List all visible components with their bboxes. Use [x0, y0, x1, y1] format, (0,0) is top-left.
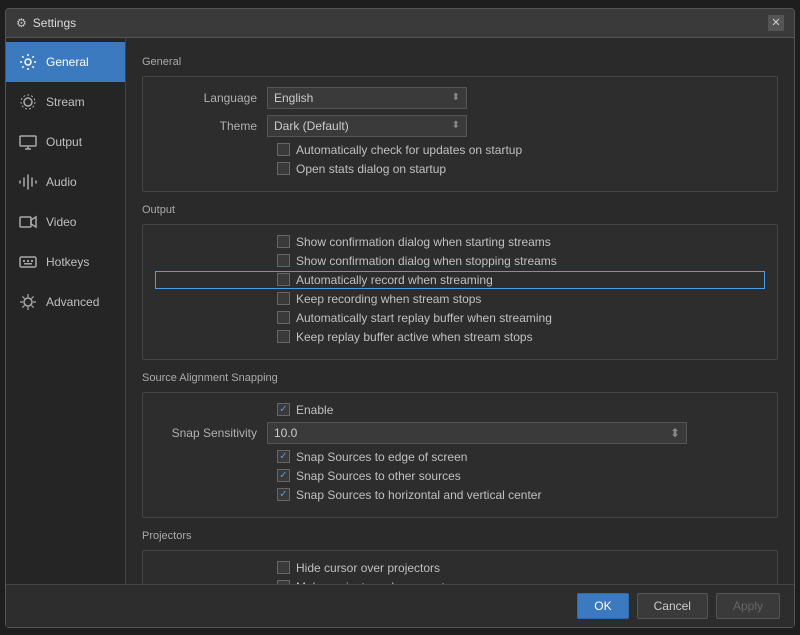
sidebar-label-hotkeys: Hotkeys — [46, 255, 89, 269]
sidebar-item-output[interactable]: Output — [6, 122, 125, 162]
theme-select-arrow: ⬍ — [452, 120, 460, 131]
snap-other-row: Snap Sources to other sources — [157, 469, 763, 483]
audio-icon — [18, 172, 38, 192]
open-stats-dialog-checkbox[interactable] — [277, 162, 290, 175]
settings-window: ⚙ Settings ✕ General — [5, 8, 795, 628]
general-section-box: Language English ⬍ Theme Dark (Default) … — [142, 76, 778, 192]
bottom-bar: OK Cancel Apply — [6, 584, 794, 627]
auto-record-row: Automatically record when streaming — [157, 273, 763, 287]
language-control: English ⬍ — [267, 87, 763, 109]
sidebar-label-general: General — [46, 55, 89, 69]
sidebar-item-hotkeys[interactable]: Hotkeys — [6, 242, 125, 282]
sidebar-item-stream[interactable]: Stream — [6, 82, 125, 122]
sidebar-item-general[interactable]: General — [6, 42, 125, 82]
sidebar-item-video[interactable]: Video — [6, 202, 125, 242]
confirm-stop-checkbox[interactable] — [277, 254, 290, 267]
snap-enable-checkbox[interactable] — [277, 403, 290, 416]
snap-other-label: Snap Sources to other sources — [296, 469, 461, 483]
sidebar: General Stream Output — [6, 38, 126, 584]
theme-select[interactable]: Dark (Default) ⬍ — [267, 115, 467, 137]
cancel-button[interactable]: Cancel — [637, 593, 708, 619]
sidebar-item-audio[interactable]: Audio — [6, 162, 125, 202]
gear-icon — [18, 52, 38, 72]
open-stats-dialog-row: Open stats dialog on startup — [157, 162, 763, 176]
theme-row: Theme Dark (Default) ⬍ — [157, 115, 763, 137]
ok-button[interactable]: OK — [577, 593, 628, 619]
content-area: General Stream Output — [6, 38, 794, 584]
auto-replay-label: Automatically start replay buffer when s… — [296, 311, 552, 325]
sidebar-label-advanced: Advanced — [46, 295, 99, 309]
titlebar-left: ⚙ Settings — [16, 16, 76, 30]
output-icon — [18, 132, 38, 152]
projectors-box: Hide cursor over projectors Make project… — [142, 550, 778, 584]
confirm-start-row: Show confirmation dialog when starting s… — [157, 235, 763, 249]
video-icon — [18, 212, 38, 232]
keep-replay-label: Keep replay buffer active when stream st… — [296, 330, 533, 344]
confirm-stop-row: Show confirmation dialog when stopping s… — [157, 254, 763, 268]
auto-record-label: Automatically record when streaming — [296, 273, 493, 287]
titlebar-title: Settings — [33, 16, 76, 30]
stream-icon — [18, 92, 38, 112]
snap-edge-row: Snap Sources to edge of screen — [157, 450, 763, 464]
snap-sensitivity-row: Snap Sensitivity 10.0 ⬍ — [157, 422, 763, 444]
auto-replay-row: Automatically start replay buffer when s… — [157, 311, 763, 325]
snap-edge-checkbox[interactable] — [277, 450, 290, 463]
titlebar: ⚙ Settings ✕ — [6, 9, 794, 38]
language-select[interactable]: English ⬍ — [267, 87, 467, 109]
source-alignment-box: Enable Snap Sensitivity 10.0 ⬍ Snap Sour… — [142, 392, 778, 518]
hide-cursor-checkbox[interactable] — [277, 561, 290, 574]
source-alignment-title: Source Alignment Snapping — [142, 372, 778, 384]
sidebar-label-stream: Stream — [46, 95, 85, 109]
auto-check-updates-row: Automatically check for updates on start… — [157, 143, 763, 157]
snap-center-row: Snap Sources to horizontal and vertical … — [157, 488, 763, 502]
snap-sensitivity-label: Snap Sensitivity — [157, 426, 267, 440]
open-stats-dialog-label: Open stats dialog on startup — [296, 162, 446, 176]
snap-sensitivity-arrows: ⬍ — [670, 426, 680, 440]
snap-edge-label: Snap Sources to edge of screen — [296, 450, 467, 464]
general-section-title: General — [142, 56, 778, 68]
keep-replay-row: Keep replay buffer active when stream st… — [157, 330, 763, 344]
snap-enable-label: Enable — [296, 403, 333, 417]
snap-sensitivity-input[interactable]: 10.0 ⬍ — [267, 422, 687, 444]
keep-recording-label: Keep recording when stream stops — [296, 292, 481, 306]
main-content: General Language English ⬍ Theme — [126, 38, 794, 584]
sidebar-item-advanced[interactable]: Advanced — [6, 282, 125, 322]
keep-recording-row: Keep recording when stream stops — [157, 292, 763, 306]
language-row: Language English ⬍ — [157, 87, 763, 109]
sidebar-label-audio: Audio — [46, 175, 77, 189]
advanced-icon — [18, 292, 38, 312]
snap-enable-row: Enable — [157, 403, 763, 417]
snap-other-checkbox[interactable] — [277, 469, 290, 482]
theme-label: Theme — [157, 119, 267, 133]
keep-replay-checkbox[interactable] — [277, 330, 290, 343]
auto-replay-checkbox[interactable] — [277, 311, 290, 324]
output-section-title: Output — [142, 204, 778, 216]
apply-button[interactable]: Apply — [716, 593, 780, 619]
theme-control: Dark (Default) ⬍ — [267, 115, 763, 137]
hotkeys-icon — [18, 252, 38, 272]
settings-icon: ⚙ — [16, 16, 27, 30]
snap-center-checkbox[interactable] — [277, 488, 290, 501]
sidebar-label-video: Video — [46, 215, 76, 229]
confirm-start-checkbox[interactable] — [277, 235, 290, 248]
auto-check-updates-label: Automatically check for updates on start… — [296, 143, 522, 157]
language-select-arrow: ⬍ — [452, 92, 460, 103]
output-section-box: Show confirmation dialog when starting s… — [142, 224, 778, 360]
hide-cursor-row: Hide cursor over projectors — [157, 561, 763, 575]
confirm-stop-label: Show confirmation dialog when stopping s… — [296, 254, 557, 268]
hide-cursor-label: Hide cursor over projectors — [296, 561, 440, 575]
keep-recording-checkbox[interactable] — [277, 292, 290, 305]
language-label: Language — [157, 91, 267, 105]
auto-check-updates-checkbox[interactable] — [277, 143, 290, 156]
sidebar-label-output: Output — [46, 135, 82, 149]
confirm-start-label: Show confirmation dialog when starting s… — [296, 235, 551, 249]
auto-record-checkbox[interactable] — [277, 273, 290, 286]
snap-center-label: Snap Sources to horizontal and vertical … — [296, 488, 541, 502]
close-button[interactable]: ✕ — [768, 15, 784, 31]
projectors-title: Projectors — [142, 530, 778, 542]
